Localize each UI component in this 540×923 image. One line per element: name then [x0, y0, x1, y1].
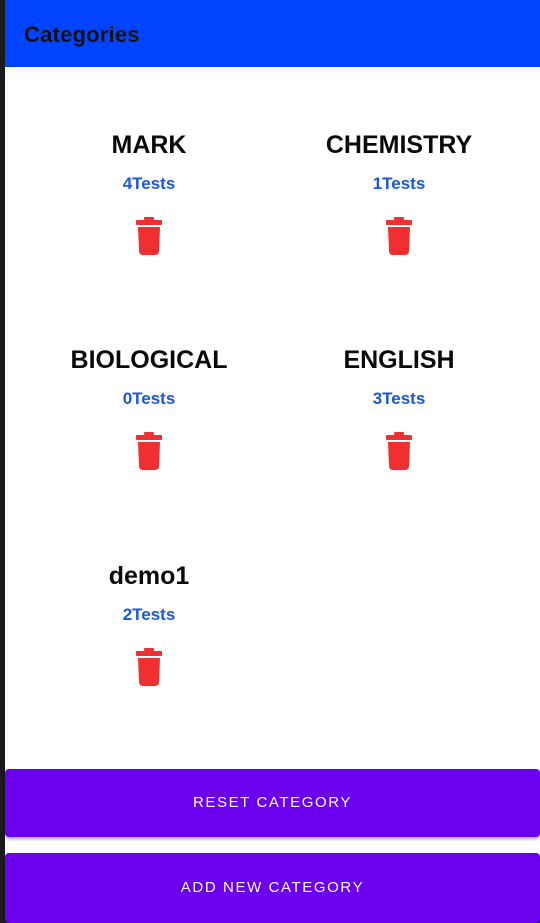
- trash-icon[interactable]: [385, 217, 413, 255]
- category-test-count: 3Tests: [372, 389, 426, 408]
- category-name: CHEMISTRY: [325, 131, 473, 159]
- app-screen: Categories MARK 4Tests CHEMISTRY 1Tests …: [5, 0, 540, 923]
- add-category-button[interactable]: ADD NEW CATEGORY: [5, 853, 540, 923]
- reset-category-button[interactable]: RESET CATEGORY: [5, 769, 540, 837]
- category-card[interactable]: demo1 2Tests: [24, 498, 274, 698]
- category-test-count: 0Tests: [122, 389, 176, 408]
- add-category-label: ADD NEW CATEGORY: [180, 879, 365, 896]
- category-test-count: 1Tests: [372, 174, 426, 193]
- category-test-count: 2Tests: [122, 605, 176, 624]
- category-name: ENGLISH: [343, 346, 455, 374]
- category-test-count: 4Tests: [122, 174, 176, 193]
- category-card[interactable]: ENGLISH 3Tests: [274, 282, 524, 482]
- trash-icon[interactable]: [135, 648, 163, 686]
- category-card[interactable]: MARK 4Tests: [24, 67, 274, 267]
- category-name: MARK: [111, 131, 187, 159]
- category-name: BIOLOGICAL: [70, 346, 228, 374]
- category-name: demo1: [108, 562, 190, 590]
- trash-icon[interactable]: [385, 432, 413, 470]
- trash-icon[interactable]: [135, 217, 163, 255]
- page-title: Categories: [24, 22, 140, 47]
- category-card[interactable]: BIOLOGICAL 0Tests: [24, 282, 274, 482]
- trash-icon[interactable]: [135, 432, 163, 470]
- category-card[interactable]: CHEMISTRY 1Tests: [274, 67, 524, 267]
- reset-category-label: RESET CATEGORY: [192, 794, 353, 811]
- app-bar: Categories: [5, 0, 540, 67]
